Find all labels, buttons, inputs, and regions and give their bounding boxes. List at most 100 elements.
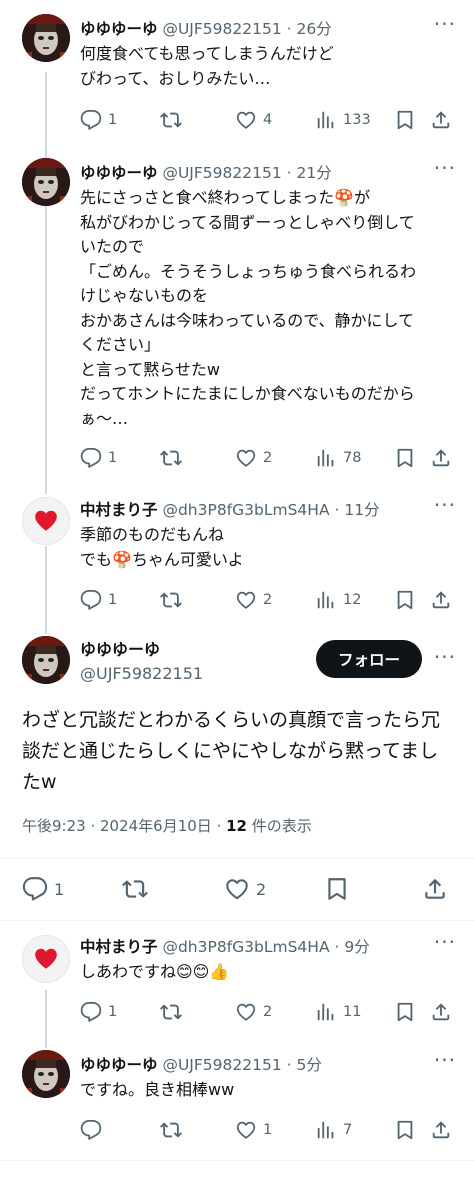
divider bbox=[0, 858, 474, 859]
reply-button[interactable] bbox=[80, 1119, 108, 1141]
retweet-button[interactable] bbox=[160, 1001, 188, 1023]
share-icon bbox=[430, 1119, 452, 1141]
more-icon[interactable]: ··· bbox=[434, 645, 456, 669]
timestamp[interactable]: 9分 bbox=[344, 938, 369, 956]
views-icon bbox=[315, 1001, 337, 1023]
views-icon bbox=[315, 447, 337, 469]
reply-icon bbox=[80, 447, 102, 469]
thread-line bbox=[45, 990, 47, 1048]
share-button[interactable] bbox=[430, 1001, 452, 1023]
views-button[interactable]: 11 bbox=[315, 1001, 361, 1023]
views-count: 12 bbox=[343, 592, 362, 608]
more-icon[interactable]: ··· bbox=[434, 1048, 456, 1072]
divider bbox=[0, 1160, 474, 1161]
retweet-button[interactable] bbox=[160, 1119, 188, 1141]
retweet-button[interactable] bbox=[160, 447, 188, 469]
avatar[interactable] bbox=[22, 497, 70, 545]
timestamp[interactable]: 5分 bbox=[296, 1056, 321, 1074]
timestamp[interactable]: 26分 bbox=[296, 20, 331, 38]
reply-button[interactable]: 1 bbox=[80, 1001, 117, 1023]
views-icon bbox=[315, 109, 337, 131]
share-button[interactable] bbox=[430, 109, 452, 131]
views-button[interactable]: 78 bbox=[315, 447, 361, 469]
display-name[interactable]: 中村まり子 bbox=[80, 938, 158, 956]
handle[interactable]: @UJF59822151 bbox=[162, 20, 281, 38]
follow-button[interactable]: フォロー bbox=[316, 640, 422, 678]
reply-icon bbox=[80, 1119, 102, 1141]
display-name[interactable]: 中村まり子 bbox=[80, 501, 158, 519]
timestamp[interactable]: 21分 bbox=[296, 164, 331, 182]
bookmark-button[interactable] bbox=[394, 447, 416, 469]
timestamp[interactable]: 11分 bbox=[344, 501, 379, 519]
views-count: 12 bbox=[226, 817, 247, 835]
avatar[interactable] bbox=[22, 14, 70, 62]
bookmark-button[interactable] bbox=[324, 876, 350, 902]
tweet-header: ゆゆゆーゆ @UJF59822151 · 21分 bbox=[80, 164, 332, 182]
share-icon bbox=[422, 876, 448, 902]
views-count: 7 bbox=[343, 1122, 353, 1138]
handle[interactable]: @dh3P8fG3bLmS4HA bbox=[162, 501, 329, 519]
display-name[interactable]: ゆゆゆーゆ bbox=[80, 638, 203, 662]
retweet-button[interactable] bbox=[122, 876, 154, 902]
bookmark-button[interactable] bbox=[394, 109, 416, 131]
like-icon bbox=[235, 1001, 257, 1023]
avatar[interactable] bbox=[22, 935, 70, 983]
avatar[interactable] bbox=[22, 636, 70, 684]
like-button[interactable]: 2 bbox=[224, 876, 266, 902]
bookmark-icon bbox=[394, 1001, 416, 1023]
retweet-button[interactable] bbox=[160, 109, 188, 131]
handle[interactable]: @UJF59822151 bbox=[162, 164, 281, 182]
like-icon bbox=[235, 1119, 257, 1141]
reply-button[interactable]: 1 bbox=[80, 447, 117, 469]
bookmark-button[interactable] bbox=[394, 589, 416, 611]
retweet-icon bbox=[160, 1001, 182, 1023]
more-icon[interactable]: ··· bbox=[434, 493, 456, 517]
like-button[interactable]: 1 bbox=[235, 1119, 272, 1141]
display-name[interactable]: ゆゆゆーゆ bbox=[80, 164, 158, 182]
share-icon bbox=[430, 447, 452, 469]
share-icon bbox=[430, 1001, 452, 1023]
handle[interactable]: @UJF59822151 bbox=[80, 662, 203, 686]
more-icon[interactable]: ··· bbox=[434, 156, 456, 180]
reply-button[interactable]: 1 bbox=[80, 109, 117, 131]
views-button[interactable]: 133 bbox=[315, 109, 371, 131]
main-tweet-actions: 1 2 bbox=[22, 876, 452, 904]
more-icon[interactable]: ··· bbox=[434, 930, 456, 954]
tweet-header: 中村まり子 @dh3P8fG3bLmS4HA · 11分 bbox=[80, 501, 380, 519]
handle[interactable]: @dh3P8fG3bLmS4HA bbox=[162, 938, 329, 956]
like-icon bbox=[235, 589, 257, 611]
retweet-icon bbox=[160, 447, 182, 469]
like-icon bbox=[224, 876, 250, 902]
share-button[interactable] bbox=[430, 589, 452, 611]
more-icon[interactable]: ··· bbox=[434, 12, 456, 36]
views-button[interactable]: 7 bbox=[315, 1119, 352, 1141]
retweet-button[interactable] bbox=[160, 589, 188, 611]
display-name[interactable]: ゆゆゆーゆ bbox=[80, 20, 158, 38]
share-button[interactable] bbox=[430, 1119, 452, 1141]
views-button[interactable]: 12 bbox=[315, 589, 361, 611]
reply-count: 1 bbox=[108, 450, 118, 466]
share-button[interactable] bbox=[430, 447, 452, 469]
thread-line bbox=[45, 546, 47, 634]
like-button[interactable]: 4 bbox=[235, 109, 272, 131]
like-button[interactable]: 2 bbox=[235, 1001, 272, 1023]
like-button[interactable]: 2 bbox=[235, 589, 272, 611]
reply-count: 1 bbox=[108, 1004, 118, 1020]
divider bbox=[0, 920, 474, 921]
reply-button[interactable]: 1 bbox=[22, 876, 64, 902]
thread-line bbox=[45, 72, 47, 494]
avatar[interactable] bbox=[22, 158, 70, 206]
bookmark-button[interactable] bbox=[394, 1119, 416, 1141]
display-name[interactable]: ゆゆゆーゆ bbox=[80, 1056, 158, 1074]
reply-icon bbox=[80, 589, 102, 611]
bookmark-button[interactable] bbox=[394, 1001, 416, 1023]
reply-icon bbox=[80, 1001, 102, 1023]
reply-button[interactable]: 1 bbox=[80, 589, 117, 611]
share-button[interactable] bbox=[422, 876, 448, 902]
tweet-text: 先にさっさと食べ終わってしまった🍄が 私がびわかじってる間ずーっとしゃべり倒して… bbox=[80, 188, 417, 428]
handle[interactable]: @UJF59822151 bbox=[162, 1056, 281, 1074]
avatar[interactable] bbox=[22, 1050, 70, 1098]
like-button[interactable]: 2 bbox=[235, 447, 272, 469]
tweet-header: 中村まり子 @dh3P8fG3bLmS4HA · 9分 bbox=[80, 938, 370, 956]
timestamp[interactable]: 午後9:23 · 2024年6月10日 · bbox=[22, 817, 226, 835]
